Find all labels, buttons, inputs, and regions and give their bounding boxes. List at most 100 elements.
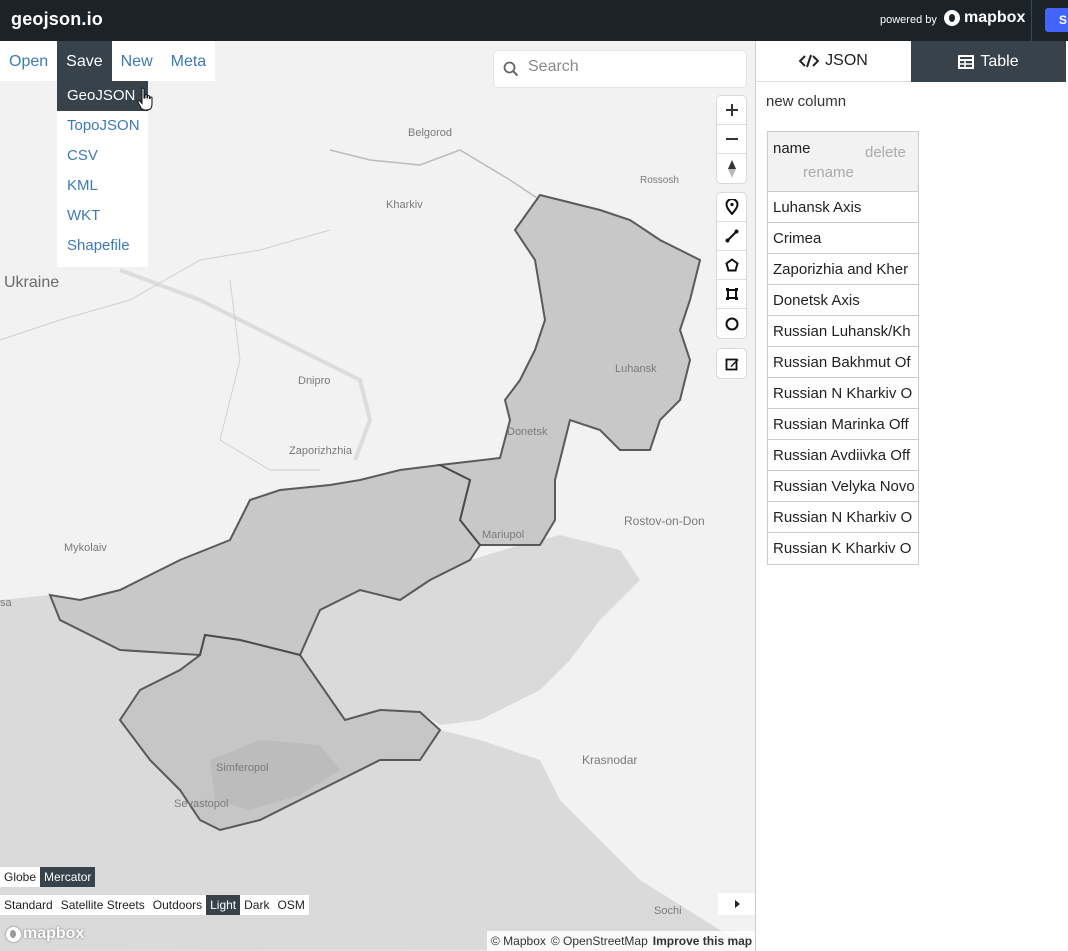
mapbox-map-logo[interactable]: mapbox [6,925,84,943]
improve-map-link[interactable]: Improve this map [653,934,752,948]
plus-icon [725,104,738,116]
topbar-divider [1031,0,1032,41]
table-row[interactable]: Russian Velyka Novo [768,471,918,502]
rectangle-icon [725,288,738,300]
map-attribution: © Mapbox © OpenStreetMap Improve this ma… [487,931,757,951]
zoom-in-button[interactable] [717,96,746,125]
polygon-luhansk-donetsk [436,193,702,546]
new-column-button[interactable]: new column [766,93,846,110]
compass-button[interactable] [717,154,746,183]
map-label-rossosh: Rossosh [640,175,679,186]
save-shapefile-option[interactable]: Shapefile [57,231,148,261]
panel-tabs: JSON Table [756,41,1068,82]
sign-in-button[interactable]: S [1045,8,1068,32]
save-geojson-option[interactable]: GeoJSON [57,81,148,111]
save-dropdown: GeoJSON TopoJSON CSV KML WKT Shapefile [57,81,148,267]
app-logo[interactable]: geojson.io [11,9,103,30]
map-label-rostov: Rostov-on-Don [624,514,705,528]
compass-icon [727,159,736,178]
mapbox-brand[interactable]: mapbox [944,9,1025,27]
line-icon [725,229,738,243]
hand-cursor-icon [137,87,153,111]
zoom-controls [717,96,746,183]
draw-circle-button[interactable] [717,309,746,338]
attribution-mapbox-link[interactable]: © Mapbox [491,934,546,948]
save-wkt-option[interactable]: WKT [57,201,148,231]
save-csv-option[interactable]: CSV [57,141,148,171]
rename-column-button[interactable]: rename [803,164,854,181]
table-row[interactable]: Luhansk Axis [768,192,918,223]
search-icon [503,61,519,77]
menu-meta[interactable]: Meta [162,41,216,81]
edit-icon [725,358,738,370]
menu-open[interactable]: Open [0,41,57,81]
map-label-luhansk: Luhansk [615,363,657,375]
table-row[interactable]: Russian N Kharkiv O [768,378,918,409]
projection-globe[interactable]: Globe [0,867,40,887]
edit-features-button[interactable] [717,349,746,378]
draw-rectangle-button[interactable] [717,280,746,309]
dnipro-river [119,268,373,461]
map-label-dnipro: Dnipro [298,375,331,387]
table-row[interactable]: Crimea [768,223,918,254]
map-label-odesa: sa [0,597,12,609]
table-row[interactable]: Russian Luhansk/Kh [768,316,918,347]
minus-icon [725,138,738,140]
menu-save[interactable]: Save [57,41,112,81]
properties-table: name delete rename Luhansk Axis Crimea Z… [767,131,919,565]
file-menu: Open Save New Meta [0,41,216,81]
style-outdoors[interactable]: Outdoors [149,895,206,915]
map-label-krasnodar: Krasnodar [582,753,638,767]
map-label-donetsk: Donetsk [507,426,548,438]
style-osm[interactable]: OSM [273,895,308,915]
caret-right-icon [734,900,740,908]
tab-json-label: JSON [825,52,868,69]
side-panel: JSON Table new column name delete rename… [755,41,1068,951]
table-row[interactable]: Russian Avdiivka Off [768,440,918,471]
polygon-icon [724,258,739,272]
map-label-sevastopol: Sevastopol [174,798,229,810]
style-switcher: Standard Satellite Streets Outdoors Ligh… [0,895,309,915]
marker-icon [724,199,739,215]
edit-controls [717,349,746,378]
search-box [494,51,746,87]
toggle-panel-button[interactable] [718,893,755,915]
style-dark[interactable]: Dark [240,895,273,915]
tab-table-label: Table [980,52,1019,70]
table-row[interactable]: Russian N Kharkiv O [768,502,918,533]
column-name-header: name [773,140,811,157]
map-label-ukraine: Ukraine [4,274,60,291]
menu-new[interactable]: New [112,41,162,81]
save-topojson-option[interactable]: TopoJSON [57,111,148,141]
map-label-mariupol: Mariupol [482,529,525,541]
draw-point-button[interactable] [717,193,746,222]
circle-icon [725,317,738,330]
map-label-sochi: Sochi [654,905,682,917]
draw-line-button[interactable] [717,222,746,251]
powered-by-label: powered by [880,14,937,26]
table-row[interactable]: Russian Marinka Off [768,409,918,440]
projection-mercator[interactable]: Mercator [40,867,96,887]
table-row[interactable]: Donetsk Axis [768,285,918,316]
draw-polygon-button[interactable] [717,251,746,280]
style-standard[interactable]: Standard [0,895,57,915]
map-label-kharkiv: Kharkiv [386,199,423,211]
draw-controls [717,193,746,338]
table-row[interactable]: Russian K Kharkiv O [768,533,918,564]
table-row[interactable]: Zaporizhia and Kher [768,254,918,285]
top-bar: geojson.io powered by mapbox S [0,0,1068,41]
map-label-simferopol: Simferopol [216,762,269,774]
style-satellite-streets[interactable]: Satellite Streets [57,895,149,915]
style-light[interactable]: Light [206,895,241,915]
map-label-mykolaiv: Mykolaiv [64,542,107,554]
table-icon [958,54,975,69]
tab-table[interactable]: Table [911,41,1066,82]
zoom-out-button[interactable] [717,125,746,154]
attribution-osm-link[interactable]: © OpenStreetMap [551,934,648,948]
delete-column-button[interactable]: delete [865,144,906,161]
save-kml-option[interactable]: KML [57,171,148,201]
table-row[interactable]: Russian Bakhmut Of [768,347,918,378]
tab-json[interactable]: JSON [756,41,911,82]
search-input[interactable] [528,58,728,76]
mapbox-brand-label: mapbox [964,9,1026,26]
